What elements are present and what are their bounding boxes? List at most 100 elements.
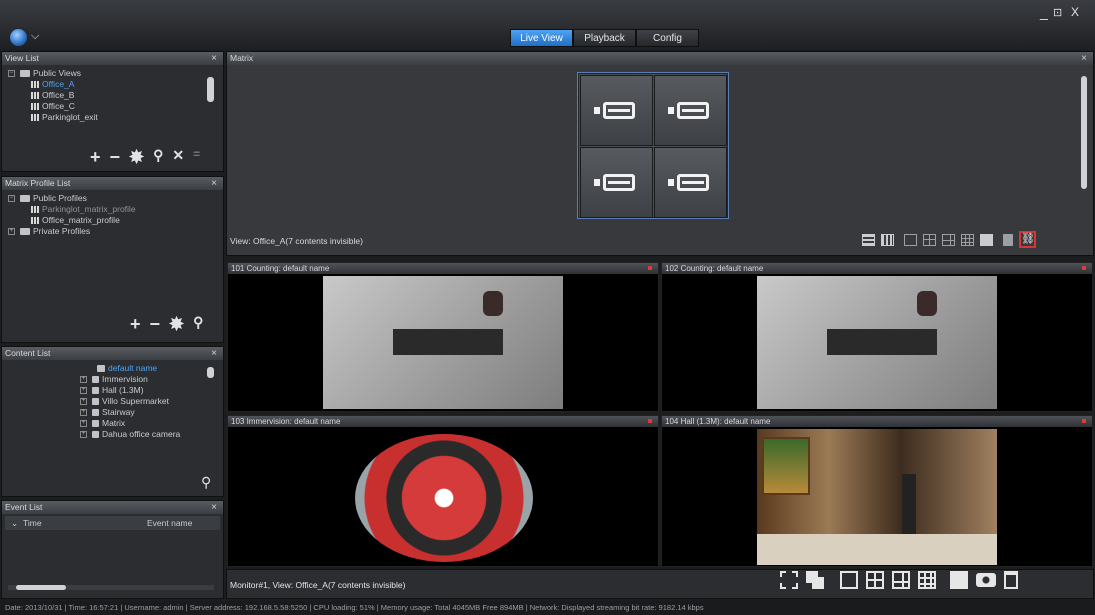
search-icon[interactable]: ⚲ [153, 147, 163, 168]
list-item[interactable]: + Matrix [80, 418, 223, 429]
scrollbar[interactable] [207, 367, 214, 378]
video-tile-101[interactable]: 101 Counting: default name [227, 262, 659, 412]
expand-icon[interactable]: + [80, 387, 87, 395]
list-item[interactable]: + Villo Supermarket [80, 396, 223, 407]
camera-feed [757, 276, 997, 409]
view-list-panel: View List × − Public Views Office_A Office… [1, 51, 224, 172]
chevron-down-icon[interactable]: ⌵ [31, 30, 39, 43]
tab-live-view[interactable]: Live View [510, 29, 573, 47]
tree-node-public-views[interactable]: − Public Views [8, 68, 223, 79]
tab-config[interactable]: Config [636, 29, 699, 47]
expand-icon[interactable]: + [80, 431, 87, 439]
scrollbar[interactable] [1081, 76, 1087, 189]
list-item[interactable]: + Hall (1.3M) [80, 385, 223, 396]
expand-icon[interactable]: + [80, 420, 87, 428]
layout-1-icon[interactable] [904, 233, 917, 246]
fullscreen-icon[interactable] [780, 571, 798, 589]
remove-icon[interactable]: − [150, 314, 161, 335]
unlink-icon[interactable]: ⛓ [1019, 231, 1036, 248]
tree-item-profile[interactable]: Office_matrix_profile [8, 215, 223, 226]
custom-layout-icon[interactable] [950, 571, 968, 589]
layout-4-icon[interactable] [866, 571, 884, 589]
tab-playback[interactable]: Playback [573, 29, 636, 47]
close-icon[interactable]: × [211, 177, 217, 190]
tree-item-view[interactable]: Office_B [8, 90, 223, 101]
expand-icon[interactable]: + [80, 409, 87, 417]
list-item[interactable]: + Stairway [80, 407, 223, 418]
snapshot-icon[interactable] [976, 573, 996, 587]
layout-9-icon[interactable] [918, 571, 936, 589]
add-icon[interactable]: + [90, 147, 101, 168]
video-tile-104[interactable]: 104 Hall (1.3M): default name [661, 415, 1093, 567]
video-tile-102[interactable]: 102 Counting: default name [661, 262, 1093, 412]
tree-item-view[interactable]: Parkinglot_exit [8, 112, 223, 123]
list-item[interactable]: default name [80, 363, 223, 374]
recording-indicator-icon [648, 266, 652, 270]
folder-icon [20, 195, 30, 203]
device-icon [92, 431, 99, 439]
monitor-icon [677, 102, 709, 119]
sort-icon[interactable]: ⌄ [11, 516, 18, 530]
trash-icon[interactable] [1004, 571, 1018, 589]
scrollbar[interactable] [207, 77, 214, 102]
collapse-icon[interactable]: − [8, 70, 15, 78]
search-icon[interactable]: ⚲ [201, 474, 211, 491]
matrix-title: Matrix [230, 53, 254, 63]
matrix-profile-panel: Matrix Profile List × − Public Profiles Pa… [1, 176, 224, 343]
layout-a-icon[interactable] [862, 233, 875, 246]
grid-icon [31, 217, 39, 225]
tree-item-profile[interactable]: Parkinglot_matrix_profile [8, 204, 223, 215]
settings-icon[interactable]: ✸ [129, 147, 144, 168]
layout-1-icon[interactable] [840, 571, 858, 589]
restore-button[interactable]: ⊡ [1053, 6, 1062, 19]
event-table-header: ⌄ Time Event name [5, 516, 220, 530]
video-tile-103[interactable]: 103 Immervision: default name [227, 415, 659, 567]
trash-icon[interactable] [1003, 233, 1013, 246]
layout-6-icon[interactable] [892, 571, 910, 589]
switch-view-icon[interactable] [806, 571, 824, 589]
close-icon[interactable]: × [211, 52, 217, 65]
matrix-toolbar: ⛓ [862, 231, 1036, 248]
minimize-button[interactable]: _ [1040, 4, 1048, 20]
recording-indicator-icon [1082, 266, 1086, 270]
layout-9-icon[interactable] [961, 233, 974, 246]
matrix-layout-grid [577, 72, 729, 219]
folder-icon [20, 70, 30, 78]
close-icon[interactable]: × [1081, 52, 1087, 65]
close-icon[interactable]: × [211, 501, 217, 514]
column-time[interactable]: Time [23, 516, 42, 530]
layout-b-icon[interactable] [881, 233, 894, 246]
matrix-cell[interactable] [580, 147, 653, 218]
expand-icon[interactable]: + [80, 376, 87, 384]
list-item[interactable]: + Dahua office camera [80, 429, 223, 440]
horizontal-scrollbar[interactable] [8, 585, 214, 590]
tree-node-public-profiles[interactable]: − Public Profiles [8, 193, 223, 204]
column-event-name[interactable]: Event name [147, 516, 192, 530]
matrix-cell[interactable] [654, 75, 727, 146]
matrix-cell[interactable] [654, 147, 727, 218]
tools-icon[interactable]: ✕ [172, 147, 184, 168]
app-logo-icon[interactable] [10, 29, 27, 46]
grid-icon [31, 114, 39, 122]
device-icon [92, 420, 99, 428]
expand-icon[interactable]: + [80, 398, 87, 406]
list-item[interactable]: + Immervision [80, 374, 223, 385]
event-list-panel: Event List × ⌄ Time Event name [1, 500, 224, 599]
remove-icon[interactable]: − [110, 147, 121, 168]
custom-layout-icon[interactable] [980, 233, 993, 246]
collapse-icon[interactable]: − [8, 195, 15, 203]
search-icon[interactable]: ⚲ [193, 314, 203, 335]
device-icon [92, 376, 99, 384]
more-icon[interactable]: = [193, 147, 200, 168]
tree-node-private-profiles[interactable]: + Private Profiles [8, 226, 223, 237]
expand-icon[interactable]: + [8, 228, 15, 236]
close-button[interactable]: X [1071, 5, 1079, 19]
tree-item-view[interactable]: Office_A [8, 79, 223, 90]
add-icon[interactable]: + [130, 314, 141, 335]
layout-4-icon[interactable] [923, 233, 936, 246]
layout-6-icon[interactable] [942, 233, 955, 246]
settings-icon[interactable]: ✸ [169, 314, 184, 335]
tree-item-view[interactable]: Office_C [8, 101, 223, 112]
close-icon[interactable]: × [211, 347, 217, 360]
matrix-cell[interactable] [580, 75, 653, 146]
